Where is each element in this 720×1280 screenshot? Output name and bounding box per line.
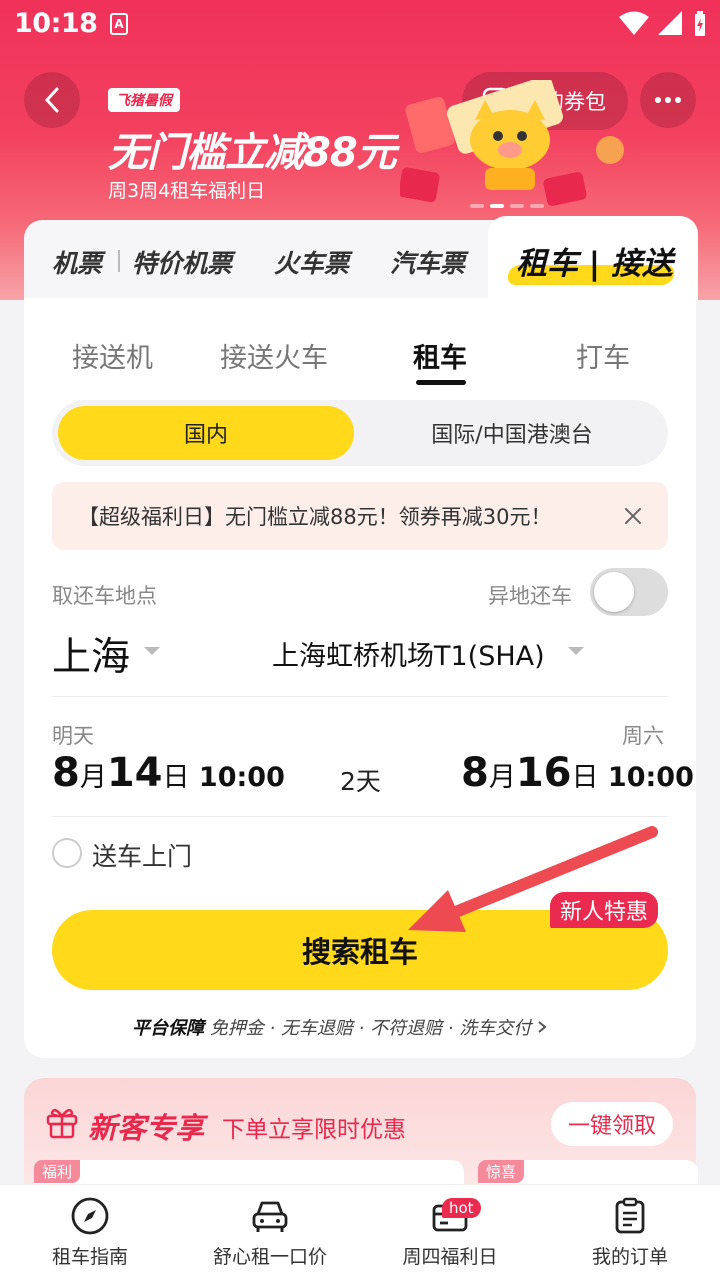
promo-subtitle: 周3周4租车福利日 <box>108 180 266 202</box>
day-unit: 日 <box>571 762 599 793</box>
platform-guarantee[interactable]: 平台保障 免押金 · 无车退赔 · 不符退赔 · 洗车交付 <box>132 1014 547 1040</box>
category-tab-bus[interactable]: 汽车票 <box>390 244 465 280</box>
pickup-day-label: 明天 <box>52 724 94 748</box>
back-button[interactable] <box>24 72 80 128</box>
carousel-indicator <box>470 204 544 208</box>
day-unit: 日 <box>162 762 190 793</box>
delivery-radio[interactable] <box>52 838 82 868</box>
annotation-arrow <box>408 826 658 932</box>
nav-my-orders[interactable]: 我的订单 <box>550 1196 710 1269</box>
return-month: 8 <box>461 750 489 796</box>
close-icon[interactable] <box>620 503 646 529</box>
carousel-dot <box>510 204 524 208</box>
subtab-car-rental[interactable]: 租车 <box>413 336 467 375</box>
city-selector[interactable]: 上海 <box>52 626 130 682</box>
clipboard-icon <box>615 1197 645 1234</box>
category-tab-car-rental-label: 租车 | 接送 <box>516 246 673 282</box>
category-tab-special-flights[interactable]: 特价机票 <box>132 244 232 280</box>
nav-thursday-benefits-label: 周四福利日 <box>402 1246 498 1268</box>
gift-icon <box>46 1108 78 1139</box>
divider <box>52 696 668 697</box>
promo-brand-tag: 飞猪暑假 <box>108 88 180 112</box>
divider <box>52 816 668 817</box>
subtab-train-transfer[interactable]: 接送火车 <box>220 336 328 375</box>
wifi-icon <box>619 11 649 35</box>
status-bar: 10:18 A <box>0 0 720 50</box>
pickup-month: 8 <box>52 750 80 796</box>
carousel-dot <box>470 204 484 208</box>
pickup-location-label: 取还车地点 <box>52 584 157 608</box>
new-customer-subtitle: 下单立享限时优惠 <box>222 1117 406 1143</box>
month-unit: 月 <box>488 762 516 793</box>
delivery-label[interactable]: 送车上门 <box>92 837 192 873</box>
nav-fixed-price[interactable]: 舒心租一口价 <box>190 1196 350 1269</box>
carousel-dot <box>530 204 544 208</box>
claim-all-button[interactable]: 一键领取 <box>551 1102 673 1146</box>
promo-title: 无门槛立减88元 <box>108 130 397 176</box>
return-day-label: 周六 <box>622 724 664 748</box>
return-date: 16 <box>515 750 572 796</box>
category-separator <box>118 250 120 272</box>
return-elsewhere-label: 异地还车 <box>488 584 572 608</box>
guarantee-prefix: 平台保障 <box>132 1018 204 1039</box>
compass-icon <box>71 1197 109 1235</box>
promo-notice: 【超级福利日】无门槛立减88元！领券再减30元！ <box>52 482 668 550</box>
pickup-datetime[interactable]: 8月14日 10:00 <box>52 750 285 796</box>
region-domestic-option[interactable]: 国内 <box>58 406 354 460</box>
location-caret-icon <box>568 647 584 655</box>
benefit-tag: 福利 <box>34 1160 81 1183</box>
chevron-left-icon <box>44 87 59 113</box>
guarantee-text: 免押金 · 无车退赔 · 不符退赔 · 洗车交付 <box>209 1018 532 1039</box>
region-international-option[interactable]: 国际/中国港澳台 <box>360 406 664 460</box>
nav-my-orders-label: 我的订单 <box>591 1246 668 1268</box>
promo-mascot-illustration <box>400 80 624 206</box>
promo-notice-text: 【超级福利日】无门槛立减88元！领券再减30元！ <box>78 505 552 529</box>
category-tab-train[interactable]: 火车票 <box>274 244 349 280</box>
nav-fixed-price-label: 舒心租一口价 <box>212 1246 327 1268</box>
new-customer-title: 新客专享 <box>88 1111 205 1145</box>
city-caret-icon <box>144 647 160 655</box>
signal-icon <box>658 11 682 35</box>
subtab-taxi[interactable]: 打车 <box>576 336 630 375</box>
toggle-knob <box>594 572 634 612</box>
category-tab-flights[interactable]: 机票 <box>52 244 102 280</box>
nav-car-guide[interactable]: 租车指南 <box>10 1196 170 1269</box>
app-notification-icon: A <box>110 13 128 35</box>
rental-duration: 2天 <box>340 767 381 796</box>
chevron-right-icon <box>538 1021 547 1033</box>
surprise-tag: 惊喜 <box>478 1160 525 1183</box>
location-selector[interactable]: 上海虹桥机场T1(SHA) <box>272 634 545 673</box>
subtab-airport-transfer[interactable]: 接送机 <box>72 336 153 375</box>
car-icon <box>252 1201 288 1232</box>
carousel-dot-active <box>490 204 504 208</box>
return-datetime[interactable]: 8月16日 10:00 <box>461 750 694 796</box>
pickup-time: 10:00 <box>198 762 285 793</box>
return-time: 10:00 <box>607 762 694 793</box>
status-time: 10:18 <box>14 8 98 39</box>
subtab-underline <box>416 380 466 385</box>
battery-icon <box>695 11 705 36</box>
pickup-date: 14 <box>106 750 163 796</box>
nav-car-guide-label: 租车指南 <box>51 1246 128 1268</box>
hot-badge: hot <box>442 1198 481 1218</box>
month-unit: 月 <box>79 762 107 793</box>
